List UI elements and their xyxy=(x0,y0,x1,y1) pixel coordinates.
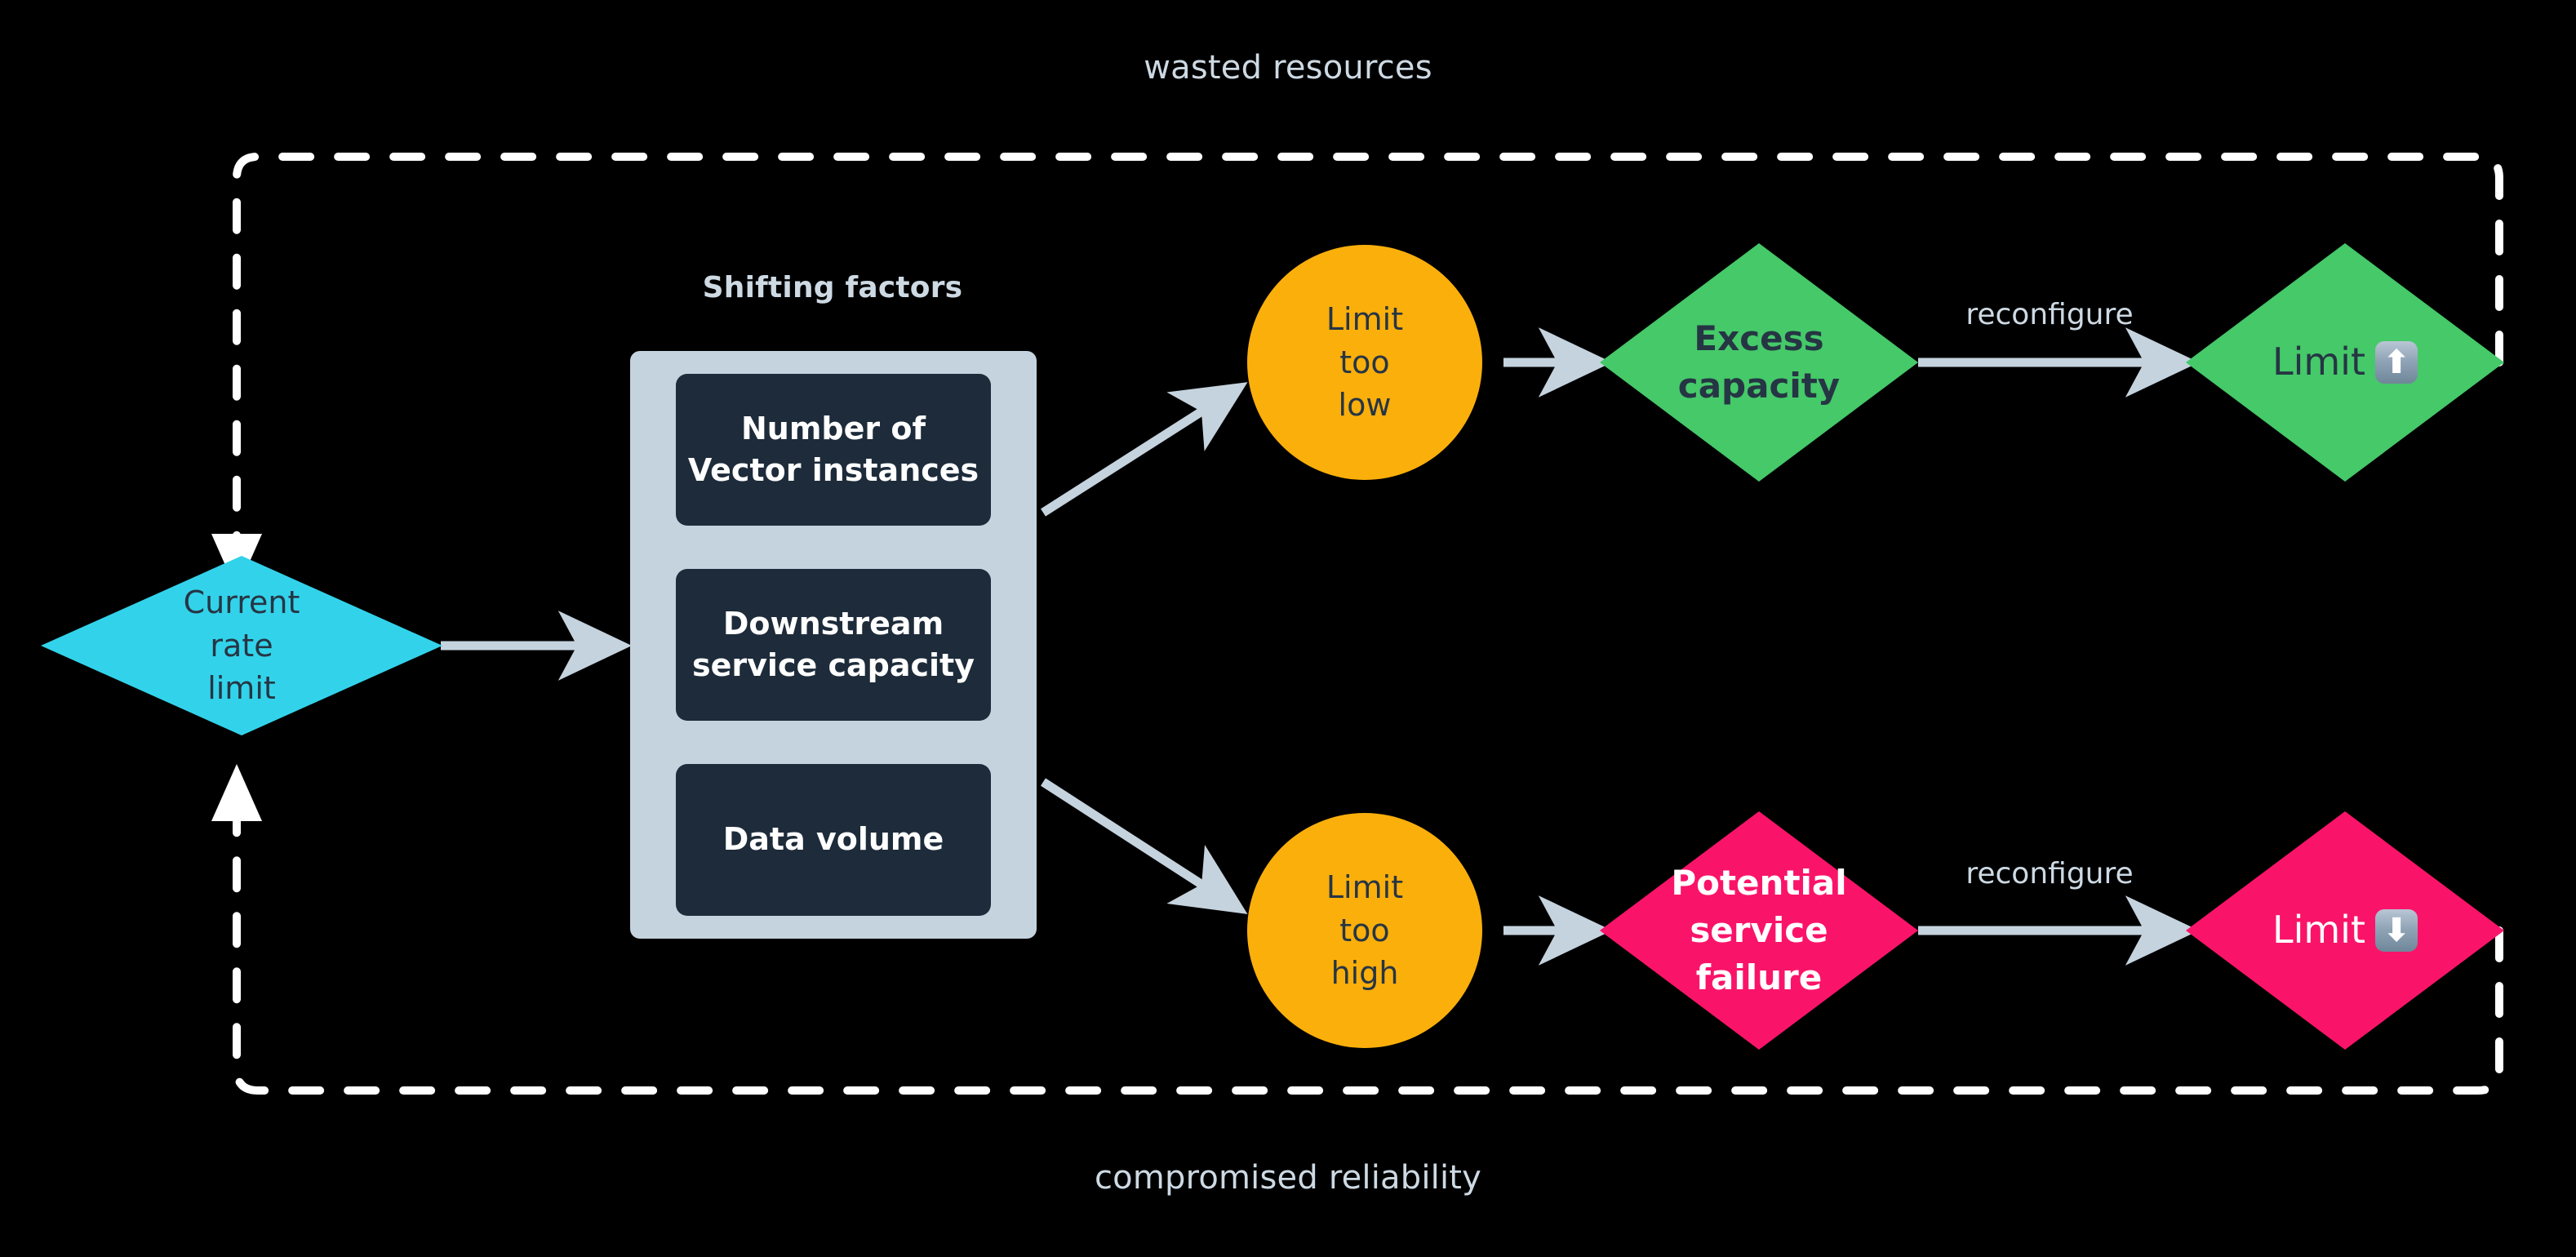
limit-up-shape xyxy=(2186,243,2504,482)
factor-box-vector-instances[interactable]: Number of Vector instances xyxy=(676,374,991,526)
limit-down-shape xyxy=(2186,811,2504,1050)
node-limit-too-low[interactable]: Limit too low xyxy=(1247,245,1482,480)
factor-box-data-volume[interactable]: Data volume xyxy=(676,764,991,916)
label-wasted-resources: wasted resources xyxy=(1144,49,1432,87)
edge-factors-to-too-low xyxy=(1041,382,1248,517)
node-label-limit-too-high: Limit too high xyxy=(1326,869,1404,992)
diagram-canvas: wasted resources compromised reliability… xyxy=(0,0,2576,1257)
label-shifting-factors: Shifting factors xyxy=(702,271,963,304)
node-current-rate-limit[interactable]: Current rate limit xyxy=(41,556,442,735)
node-potential-service-failure[interactable]: Potential service failure xyxy=(1600,811,1918,1050)
node-label-limit-too-low: Limit too low xyxy=(1326,301,1404,424)
excess-capacity-shape xyxy=(1600,243,1918,482)
edge-factors-to-too-high xyxy=(1041,778,1248,914)
node-limit-too-high[interactable]: Limit too high xyxy=(1247,813,1482,1048)
factor-box-downstream-capacity[interactable]: Downstream service capacity xyxy=(676,569,991,721)
node-excess-capacity[interactable]: Excess capacity xyxy=(1600,243,1918,482)
potential-service-failure-shape xyxy=(1600,811,1918,1050)
node-limit-up[interactable]: Limit ⬆ xyxy=(2186,243,2504,482)
edge-label-reconfigure-bottom: reconfigure xyxy=(1965,857,2134,891)
edge-label-reconfigure-top: reconfigure xyxy=(1965,298,2134,331)
current-rate-limit-shape xyxy=(41,556,442,735)
shifting-factors-panel: Number of Vector instances Downstream se… xyxy=(630,351,1037,939)
node-limit-down[interactable]: Limit ⬇ xyxy=(2186,811,2504,1050)
label-compromised-reliability: compromised reliability xyxy=(1094,1159,1482,1197)
